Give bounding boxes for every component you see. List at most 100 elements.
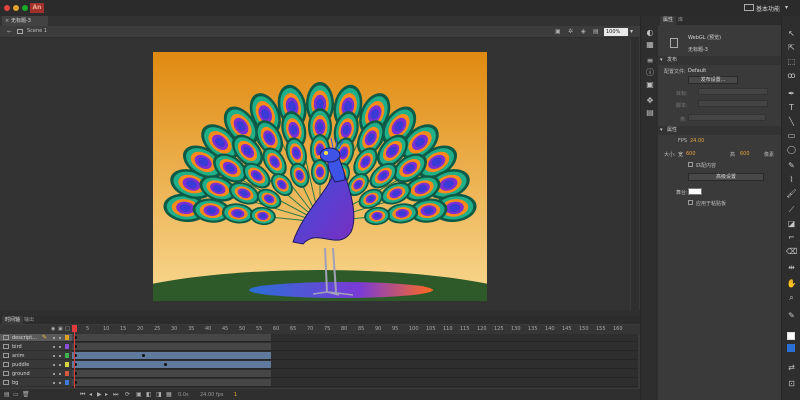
pen-tool-icon[interactable]: ✒: [786, 88, 797, 99]
pencil-tool-icon[interactable]: ✎: [786, 160, 797, 171]
align-icon[interactable]: ≡: [645, 56, 655, 66]
layer-name[interactable]: anim: [12, 353, 25, 359]
oval-tool-icon[interactable]: ◯: [786, 144, 797, 155]
tab-properties[interactable]: 属性: [660, 16, 677, 25]
layer-row[interactable]: bg: [0, 379, 72, 387]
free-transform-tool-icon[interactable]: ⬚: [786, 56, 797, 67]
advanced-settings-button[interactable]: 高级设置: [688, 173, 764, 181]
frame-ruler[interactable]: 1510152025303540455055606570758085909510…: [72, 325, 638, 334]
stage-canvas[interactable]: [153, 52, 487, 301]
edit-symbol-icon[interactable]: ✲: [568, 28, 573, 35]
back-arrow-icon[interactable]: ←: [7, 28, 12, 35]
new-layer-icon[interactable]: ▤: [4, 391, 10, 398]
layer-name[interactable]: puddle: [12, 362, 29, 368]
frame-row[interactable]: [72, 370, 638, 378]
lock-dot[interactable]: [59, 373, 61, 375]
subselection-tool-icon[interactable]: ⇱: [786, 42, 797, 53]
edit-multiple-icon[interactable]: ▦: [166, 391, 172, 398]
layer-row[interactable]: puddle: [0, 361, 72, 369]
eye-icon[interactable]: ◉: [51, 326, 55, 332]
lock-dot[interactable]: [59, 355, 61, 357]
properties-section-header[interactable]: ▾ 属性: [658, 126, 781, 135]
visibility-dot[interactable]: [53, 382, 55, 384]
motion-presets-icon[interactable]: ▤: [645, 108, 655, 118]
selection-tool-icon[interactable]: ↖: [786, 28, 797, 39]
lock-dot[interactable]: [59, 337, 61, 339]
center-stage-icon[interactable]: ◈: [581, 28, 586, 35]
center-frame-icon[interactable]: ▣: [136, 391, 142, 398]
swatches-icon[interactable]: ▦: [645, 40, 655, 50]
stroke-tool-icon[interactable]: ✎: [786, 310, 797, 321]
onion-skin-icon[interactable]: ◧: [146, 391, 152, 398]
visibility-dot[interactable]: [53, 346, 55, 348]
new-folder-icon[interactable]: ▭: [13, 391, 19, 398]
layer-row[interactable]: ground: [0, 370, 72, 378]
outline-icon[interactable]: □: [65, 326, 70, 332]
frame-row[interactable]: [72, 379, 638, 387]
line-tool-icon[interactable]: ╲: [786, 116, 797, 127]
info-icon[interactable]: ⓘ: [645, 68, 655, 78]
frame-row[interactable]: [72, 343, 638, 351]
stroke-color-swatch[interactable]: [787, 332, 795, 340]
frame-row[interactable]: [72, 334, 638, 342]
publish-section-header[interactable]: ▾ 发布: [658, 56, 781, 65]
text-tool-icon[interactable]: T: [786, 102, 797, 113]
frame-row[interactable]: [72, 361, 638, 369]
tab-output[interactable]: 输出: [24, 316, 34, 324]
frame-span[interactable]: [72, 343, 271, 350]
edit-scene-icon[interactable]: ▣: [555, 28, 561, 35]
chevron-down-icon[interactable]: ▾: [630, 28, 633, 35]
layer-row[interactable]: anim: [0, 352, 72, 360]
tween-span[interactable]: [72, 361, 271, 368]
layer-name[interactable]: bg: [12, 380, 18, 386]
fps-value[interactable]: 24.00: [690, 138, 704, 144]
snap-icon[interactable]: ⊡: [786, 378, 797, 389]
loop-icon[interactable]: ⟳: [125, 391, 130, 398]
width-value[interactable]: 600: [686, 151, 696, 157]
transform-icon[interactable]: ▣: [645, 80, 655, 90]
keyframe[interactable]: [164, 363, 167, 366]
last-frame-icon[interactable]: ⏭: [113, 391, 118, 399]
chevron-down-icon[interactable]: ▾: [785, 4, 788, 11]
stage-color-swatch[interactable]: [688, 188, 702, 195]
bone-tool-icon[interactable]: ⟋: [786, 204, 797, 215]
lock-dot[interactable]: [59, 346, 61, 348]
prev-frame-icon[interactable]: ◂: [89, 391, 92, 398]
rectangle-tool-icon[interactable]: ▭: [786, 130, 797, 141]
layer-color-swatch[interactable]: [65, 344, 69, 349]
frame-span[interactable]: [72, 370, 271, 377]
fps-readout[interactable]: 24.00 fps: [200, 392, 223, 398]
workspace-switcher[interactable]: 基本功能: [756, 4, 780, 13]
layer-name[interactable]: bird: [12, 344, 22, 350]
close-tab-icon[interactable]: ×: [5, 16, 9, 26]
zoom-field[interactable]: 100%: [604, 28, 628, 36]
play-icon[interactable]: ▶: [97, 391, 102, 398]
frame-readout[interactable]: 1: [234, 392, 237, 398]
swap-colors-icon[interactable]: ⇄: [786, 362, 797, 373]
frame-row[interactable]: [72, 352, 638, 360]
eyedropper-tool-icon[interactable]: ⌐: [786, 232, 797, 243]
keyframe[interactable]: [142, 354, 145, 357]
visibility-dot[interactable]: [53, 337, 55, 339]
next-frame-icon[interactable]: ▸: [105, 391, 108, 398]
lock-icon[interactable]: ▣: [58, 326, 63, 332]
publish-settings-button[interactable]: 发布设置...: [688, 76, 738, 84]
lasso-tool-icon[interactable]: ꝏ: [786, 70, 797, 81]
layer-row[interactable]: descript... ✎: [0, 334, 72, 342]
frame-span[interactable]: [72, 379, 271, 386]
layer-color-swatch[interactable]: [65, 335, 69, 340]
first-frame-icon[interactable]: ⏮: [80, 391, 85, 399]
monitor-icon[interactable]: [744, 4, 754, 11]
hand-tool-icon[interactable]: ✋: [786, 278, 797, 289]
eraser-tool-icon[interactable]: ⌫: [786, 246, 797, 257]
zoom-tool-icon[interactable]: ⌕: [786, 292, 797, 303]
paint-brush-tool-icon[interactable]: 🖌: [786, 188, 797, 199]
layer-color-swatch[interactable]: [65, 353, 69, 358]
vertical-scrollbar[interactable]: [631, 38, 639, 310]
clip-icon[interactable]: ▤: [593, 28, 599, 35]
onion-outline-icon[interactable]: ◨: [156, 391, 162, 398]
visibility-dot[interactable]: [53, 355, 55, 357]
paint-bucket-tool-icon[interactable]: ◪: [786, 218, 797, 229]
frame-span[interactable]: [72, 334, 271, 341]
height-value[interactable]: 600: [740, 151, 750, 157]
